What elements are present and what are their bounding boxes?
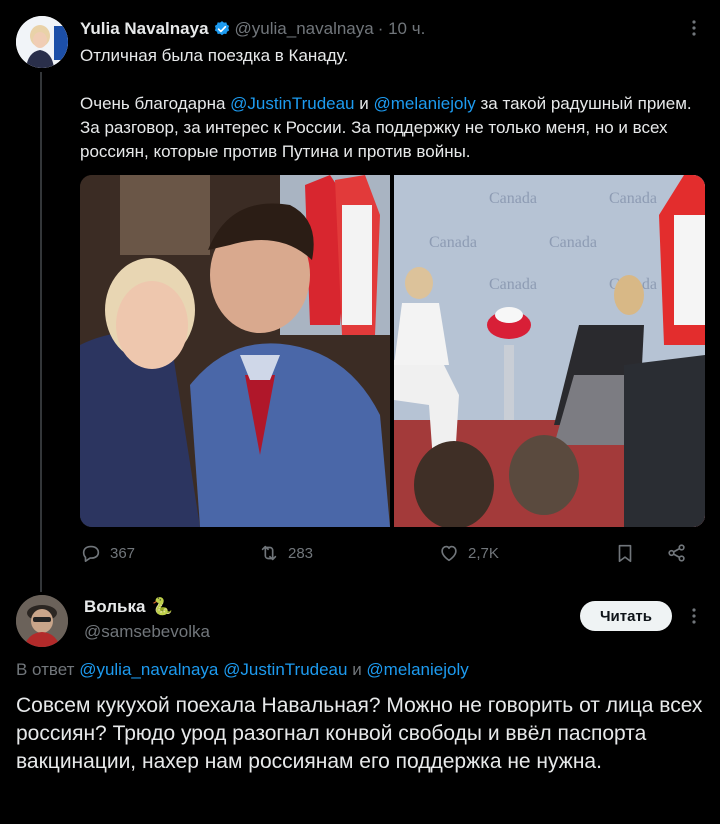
reply-and: и <box>347 660 367 679</box>
backdrop-word: Canada <box>489 190 537 207</box>
like-icon <box>441 545 457 562</box>
share-button[interactable] <box>666 538 688 568</box>
backdrop-word: Canada <box>429 234 477 251</box>
backdrop-word: Canada <box>609 190 657 207</box>
mention-link[interactable]: @melaniejoly <box>366 660 468 679</box>
mention-link[interactable]: @melaniejoly <box>373 94 475 113</box>
share-icon <box>668 544 685 562</box>
reply-text: Совсем кукухой поехала Навальная? Можно … <box>16 694 703 773</box>
backdrop-word: Canada <box>489 276 537 293</box>
tweet-action-bar: 367 283 2,7K <box>80 538 692 568</box>
reply-author-name[interactable]: Волька <box>84 597 145 617</box>
like-button[interactable]: 2,7K <box>438 538 499 568</box>
photo-meeting[interactable]: Canada Canada Canada Canada Canada Canad… <box>394 175 705 527</box>
backdrop-word: Canada <box>549 234 597 251</box>
tweet-text: Отличная была поездка в Канаду. Очень бл… <box>80 44 710 164</box>
follow-button[interactable]: Читать <box>580 601 672 631</box>
avatar[interactable] <box>16 16 68 68</box>
mention-link[interactable]: @JustinTrudeau <box>230 94 354 113</box>
reply-author-row: Волька 🐍 <box>84 597 173 617</box>
photo-meeting-image: Canada Canada Canada Canada Canada Canad… <box>394 175 705 527</box>
like-count: 2,7K <box>468 544 499 562</box>
tweet-text-part: Очень благодарна <box>80 94 231 113</box>
author-handle[interactable]: @yulia_navalnaya <box>235 19 374 39</box>
reply-icon <box>82 545 100 562</box>
snake-emoji-icon: 🐍 <box>151 597 173 616</box>
photo-selfie-image <box>80 175 390 527</box>
reply-prefix: В ответ <box>16 660 75 679</box>
reply-author-handle[interactable]: @samsebevolka <box>84 622 210 642</box>
thread-connector-line <box>40 72 42 592</box>
bookmark-button[interactable] <box>614 538 636 568</box>
tweet-text-line1: Отличная была поездка в Канаду. <box>80 46 349 65</box>
avatar-photo <box>16 595 68 647</box>
reply-button[interactable]: 367 <box>80 538 135 568</box>
more-options-icon[interactable] <box>684 18 704 38</box>
media-grid: Canada Canada Canada Canada Canada Canad… <box>80 175 705 527</box>
mention-link[interactable]: @yulia_navalnaya <box>79 660 218 679</box>
more-options-icon[interactable] <box>684 606 704 626</box>
replying-to-line: В ответ @yulia_navalnaya @JustinTrudeau … <box>16 660 469 680</box>
tweet-header: Yulia Navalnaya @yulia_navalnaya · 10 ч. <box>80 16 425 42</box>
tweet-text-part: и <box>354 94 374 113</box>
mention-link[interactable]: @JustinTrudeau <box>223 660 347 679</box>
retweet-icon <box>261 545 277 561</box>
bookmark-icon <box>618 544 632 563</box>
verified-badge-icon <box>214 21 229 36</box>
tweet-timestamp[interactable]: · 10 ч. <box>378 19 426 39</box>
retweet-button[interactable]: 283 <box>258 538 313 568</box>
photo-selfie[interactable] <box>80 175 390 527</box>
author-name[interactable]: Yulia Navalnaya <box>80 19 209 39</box>
reply-count: 367 <box>110 544 136 562</box>
avatar-photo <box>16 16 68 68</box>
retweet-count: 283 <box>288 544 314 562</box>
avatar[interactable] <box>16 595 68 647</box>
